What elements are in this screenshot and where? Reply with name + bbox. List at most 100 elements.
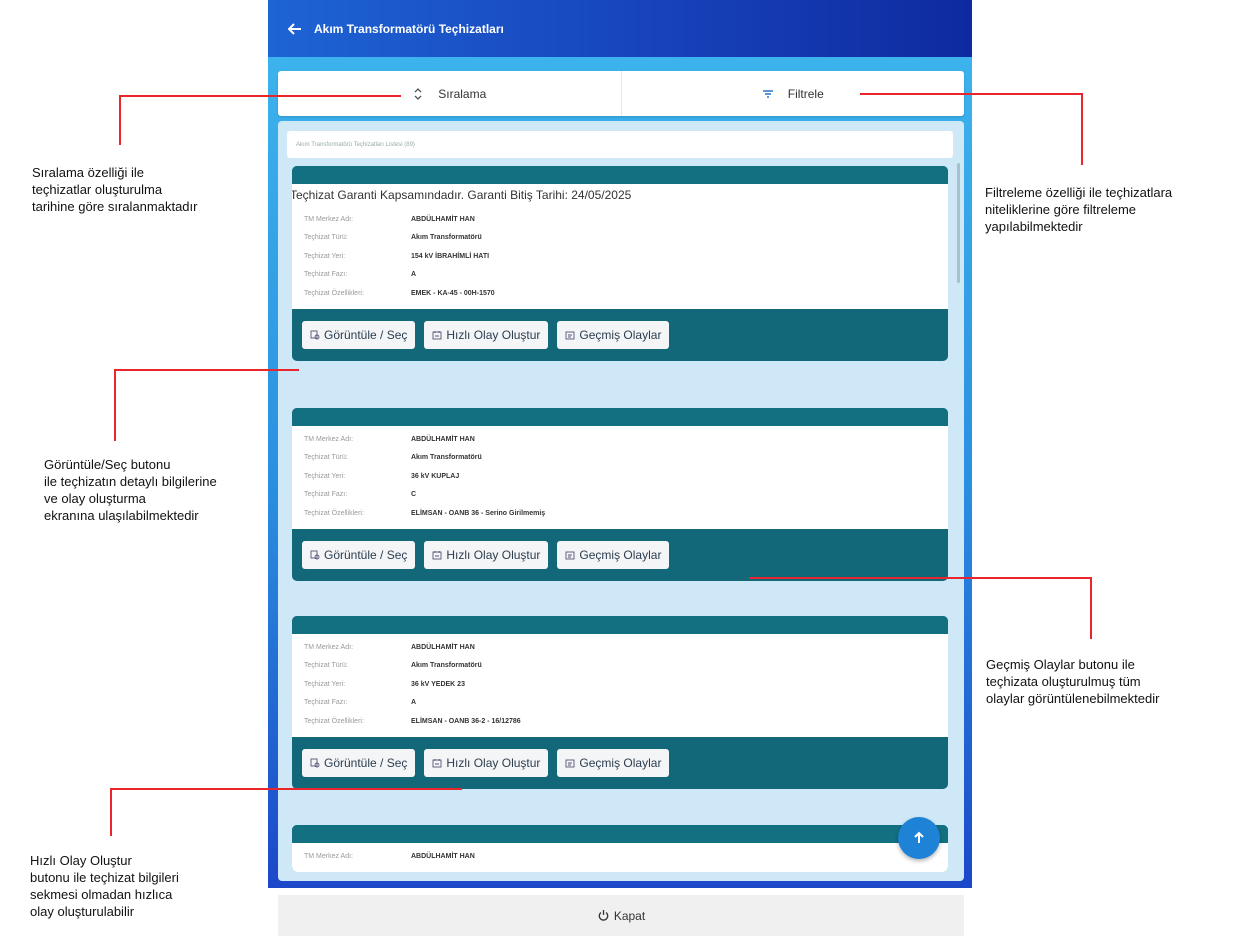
center-value: ABDÜLHAMİT HAN [411, 435, 475, 443]
view-select-label: Görüntüle / Seç [324, 327, 408, 342]
field-row: Teçhizat Türü: Akım Transformatörü [292, 449, 948, 468]
history-icon [565, 551, 575, 559]
annotation-line-text: Sıralama özelliği ile [32, 165, 144, 180]
quick-event-icon [432, 550, 442, 559]
field-row: Teçhizat Fazı: A [292, 694, 948, 713]
annotation-line-text: teçhizata oluşturulmuş tüm [986, 674, 1141, 689]
center-value: ABDÜLHAMİT HAN [411, 852, 475, 860]
history-icon [565, 331, 575, 339]
history-label: Geçmiş Olaylar [579, 327, 662, 342]
field-label: Teçhizat Yeri: [304, 252, 346, 260]
field-row: Teçhizat Fazı: A [292, 266, 948, 285]
field-row: Teçhizat Yeri: 154 kV İBRAHİMLİ HATI [292, 247, 948, 266]
field-row: TM Merkez Adı: ABDÜLHAMİT HAN [292, 847, 948, 866]
history-button[interactable]: Geçmiş Olaylar [557, 748, 670, 777]
app-window: Akım Transformatörü Teçhizatları Sıralam… [268, 0, 972, 888]
annotation-line-text: yapılabilmektedir [985, 219, 1083, 234]
view-icon [310, 758, 320, 767]
field-label: Teçhizat Özellikleri: [304, 717, 364, 725]
page-title: Akım Transformatörü Teçhizatları [314, 21, 504, 36]
field-label: Teçhizat Fazı: [304, 271, 348, 279]
phase-value: A [411, 271, 417, 279]
annotation-line [860, 93, 1082, 95]
phase-value: C [411, 491, 417, 499]
card-header [292, 166, 948, 184]
sort-label: Sıralama [438, 86, 487, 101]
annotation-line-text: Geçmiş Olaylar butonu ile [986, 657, 1135, 672]
card-header [292, 408, 948, 426]
type-value: Akım Transformatörü [411, 234, 482, 242]
annotation-line-text: Hızlı Olay Oluştur [30, 853, 132, 868]
location-value: 36 kV KUPLAJ [411, 472, 460, 480]
sort-annotation: Sıralama özelliği ile teçhizatlar oluştu… [32, 164, 197, 215]
annotation-line [110, 788, 112, 836]
field-label: Teçhizat Türü: [304, 234, 348, 242]
card-header [292, 616, 948, 634]
scroll-top-button[interactable] [898, 817, 940, 859]
annotation-line-text: niteliklerine göre filtreleme [985, 202, 1137, 217]
field-label: Teçhizat Fazı: [304, 699, 348, 707]
quick-event-button[interactable]: Hızlı Olay Oluştur [424, 540, 549, 569]
card-actions: Görüntüle / Seç Hızlı Olay Oluştur Geçmi… [292, 529, 948, 581]
card-body: TM Merkez Adı: ABDÜLHAMİT HAN Teçhizat Tü… [292, 634, 948, 737]
field-label: TM Merkez Adı: [304, 435, 354, 443]
filter-icon [762, 89, 773, 98]
annotation-line-text: olaylar görüntülenebilmektedir [986, 691, 1160, 706]
filter-label: Filtrele [787, 86, 824, 101]
equipment-list[interactable]: Akım Transformatörü Teçhizatları Listesi… [278, 121, 964, 881]
history-button[interactable]: Geçmiş Olaylar [557, 320, 670, 349]
history-annotation: Geçmiş Olaylar butonu ile teçhizata oluş… [986, 656, 1159, 707]
arrow-up-icon [914, 831, 924, 843]
equipment-card: Teçhizat Garanti Kapsamındadır. Garanti … [292, 166, 948, 361]
field-label: TM Merkez Adı: [304, 215, 354, 223]
quick-event-button[interactable]: Hızlı Olay Oluştur [424, 320, 549, 349]
card-body: Teçhizat Garanti Kapsamındadır. Garanti … [292, 184, 948, 309]
back-arrow-icon[interactable] [288, 22, 302, 36]
field-row: Teçhizat Özellikleri: ELİMSAN - OANB 36 -… [292, 504, 948, 523]
annotation-line-text: ekranına ulaşılabilmektedir [44, 508, 199, 523]
equipment-card: TM Merkez Adı: ABDÜLHAMİT HAN [292, 825, 948, 872]
view-select-button[interactable]: Görüntüle / Seç [302, 540, 416, 569]
phase-value: A [411, 699, 417, 707]
annotation-line-text: ile teçhizatın detaylı bilgilerine [44, 474, 217, 489]
annotation-line-text: Filtreleme özelliği ile teçhizatlara [985, 185, 1173, 200]
field-label: TM Merkez Adı: [304, 852, 354, 860]
annotation-line [749, 577, 1091, 579]
annotation-line-text: olay oluşturulabilir [30, 904, 135, 919]
annotation-line-text: Görüntüle/Seç butonu [44, 457, 171, 472]
history-button[interactable]: Geçmiş Olaylar [557, 540, 670, 569]
card-body: TM Merkez Adı: ABDÜLHAMİT HAN Teçhizat Tü… [292, 426, 948, 529]
field-row: Teçhizat Özellikleri: EMEK - KA-45 - 00H-… [292, 284, 948, 303]
field-row: TM Merkez Adı: ABDÜLHAMİT HAN [292, 638, 948, 657]
field-row: TM Merkez Adı: ABDÜLHAMİT HAN [292, 210, 948, 229]
quick-event-label: Hızlı Olay Oluştur [446, 755, 541, 770]
card-actions: Görüntüle / Seç Hızlı Olay Oluştur Geçmi… [292, 737, 948, 789]
quick-event-button[interactable]: Hızlı Olay Oluştur [424, 748, 549, 777]
close-button[interactable]: Kapat [278, 895, 964, 936]
field-row: TM Merkez Adı: ABDÜLHAMİT HAN [292, 430, 948, 449]
equipment-card: TM Merkez Adı: ABDÜLHAMİT HAN Teçhizat Tü… [292, 408, 948, 581]
power-icon [598, 910, 609, 921]
annotation-line [1081, 93, 1083, 165]
annotation-line [110, 788, 462, 790]
view-select-button[interactable]: Görüntüle / Seç [302, 320, 416, 349]
view-select-label: Görüntüle / Seç [324, 755, 408, 770]
type-value: Akım Transformatörü [411, 662, 482, 670]
field-row: Teçhizat Türü: Akım Transformatörü [292, 229, 948, 248]
card-actions: Görüntüle / Seç Hızlı Olay Oluştur Geçmi… [292, 309, 948, 361]
sort-button[interactable]: Sıralama [278, 71, 621, 116]
annotation-line [114, 369, 299, 371]
annotation-line-text: sekmesi olmadan hızlıca [30, 887, 173, 902]
sort-icon [414, 87, 422, 100]
field-row: Teçhizat Yeri: 36 kV YEDEK 23 [292, 675, 948, 694]
quick-annotation: Hızlı Olay Oluştur butonu ile teçhizat b… [30, 852, 179, 920]
annotation-line [119, 95, 401, 97]
scrollbar[interactable] [957, 163, 960, 283]
annotation-line [119, 95, 121, 145]
annotation-line-text: teçhizatlar oluşturulma [32, 182, 163, 197]
type-value: Akım Transformatörü [411, 454, 482, 462]
view-select-button[interactable]: Görüntüle / Seç [302, 748, 416, 777]
card-header [292, 825, 948, 843]
annotation-line-text: butonu ile teçhizat bilgileri [30, 870, 179, 885]
center-value: ABDÜLHAMİT HAN [411, 215, 475, 223]
